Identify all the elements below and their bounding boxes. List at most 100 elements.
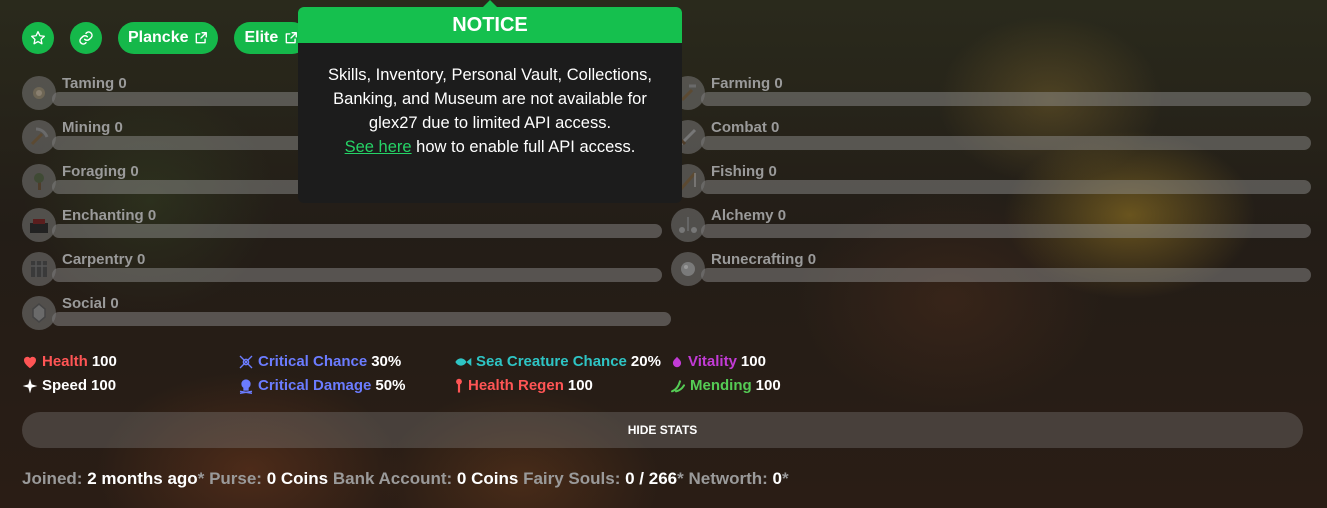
skill-level: 0: [777, 207, 787, 224]
stat-health-regen: Health Regen 100: [454, 377, 593, 394]
joined-value: 2 months ago: [87, 469, 198, 488]
favorite-button[interactable]: [22, 22, 54, 54]
skill-progress-bar: [52, 312, 671, 326]
skill-name: Carpentry: [62, 251, 133, 268]
stat-value: 30%: [371, 353, 402, 370]
stat-value: 20%: [630, 353, 661, 370]
stat-value: 100: [91, 377, 117, 394]
skill-name: Enchanting: [62, 207, 144, 224]
skill-carpentry: Carpentry 0: [22, 251, 662, 292]
stat-value: 100: [755, 377, 781, 394]
brewing-stand-icon: [671, 208, 705, 242]
stat-critical-chance: Critical Chance 30%: [238, 353, 401, 370]
stat-name: Vitality: [688, 353, 737, 370]
vitality-icon: [672, 356, 682, 367]
profile-actions: Plancke Elite: [22, 22, 309, 54]
fairy-souls-label: Fairy Souls:: [523, 469, 621, 488]
profile-summary: Joined: 2 months ago* Purse: 0 Coins Ban…: [22, 469, 789, 489]
stat-critical-damage: Critical Damage 50%: [238, 377, 405, 394]
bank-value: 0 Coins: [456, 469, 519, 488]
skill-level: 0: [130, 163, 139, 180]
skill-name: Social: [62, 295, 107, 312]
skill-name: Runecrafting: [711, 251, 804, 268]
fairy-souls-asterisk[interactable]: *: [677, 469, 684, 488]
copy-link-button[interactable]: [70, 22, 102, 54]
skill-progress-bar: [52, 268, 662, 282]
fish-icon: [455, 357, 472, 366]
mending-icon: [671, 379, 685, 392]
skill-progress-bar: [701, 136, 1311, 150]
skill-level: 0: [774, 75, 783, 92]
hide-stats-button[interactable]: HIDE STATS: [22, 412, 1303, 448]
skill-level: 0: [118, 75, 127, 92]
plancke-link-button[interactable]: Plancke: [118, 22, 219, 54]
networth-value: 0: [772, 469, 782, 488]
skill-enchanting: Enchanting 0: [22, 207, 662, 248]
skill-level: 0: [807, 251, 817, 268]
stat-name: Health: [42, 353, 88, 370]
link-icon: [79, 31, 93, 45]
sapling-icon: [22, 164, 56, 198]
stat-sea-creature-chance: Sea Creature Chance 20%: [454, 353, 661, 370]
elite-label: Elite: [244, 29, 279, 46]
skill-progress-bar: [701, 268, 1311, 282]
taming-icon: [22, 76, 56, 110]
skill-combat: Combat 0: [671, 119, 1311, 160]
skill-name: Combat: [711, 119, 767, 136]
joined-asterisk[interactable]: *: [198, 469, 205, 488]
notice-link-suffix: how to enable full API access.: [411, 138, 636, 156]
skill-progress-bar: [701, 180, 1311, 194]
skill-name: Farming: [711, 75, 771, 92]
stat-value: 100: [740, 353, 766, 370]
skill-alchemy: Alchemy 0: [671, 207, 1311, 248]
tooltip-arrow: [482, 0, 498, 8]
skill-farming: Farming 0: [671, 75, 1311, 116]
stat-name: Speed: [42, 377, 88, 394]
skill-name: Fishing: [711, 163, 765, 180]
external-link-icon: [196, 32, 208, 44]
networth-asterisk[interactable]: *: [782, 469, 789, 488]
stat-value: 100: [567, 377, 593, 394]
skull-icon: [239, 378, 253, 394]
skill-level: 0: [771, 119, 780, 136]
skill-progress-bar: [701, 92, 1311, 106]
bank-label: Bank Account:: [332, 469, 453, 488]
skill-progress-bar: [701, 224, 1311, 238]
stat-name: Critical Chance: [258, 353, 368, 370]
plancke-label: Plancke: [128, 29, 189, 46]
skill-fishing: Fishing 0: [671, 163, 1311, 204]
notice-message: Skills, Inventory, Personal Vault, Colle…: [327, 66, 653, 132]
fairy-souls-value: 0 / 266: [625, 469, 678, 488]
skill-social: Social 0: [22, 295, 672, 336]
stat-mending: Mending 100: [670, 377, 781, 394]
pickaxe-icon: [22, 120, 56, 154]
crit-chance-icon: [239, 355, 253, 368]
see-here-link[interactable]: See here: [345, 138, 412, 156]
enchanting-table-icon: [22, 208, 56, 242]
stat-vitality: Vitality 100: [670, 353, 766, 370]
skill-level: 0: [768, 163, 777, 180]
stat-value: 50%: [375, 377, 406, 394]
stat-value: 100: [91, 353, 117, 370]
crafting-table-icon: [22, 252, 56, 286]
stat-name: Sea Creature Chance: [476, 353, 627, 370]
api-notice-tooltip: NOTICE Skills, Inventory, Personal Vault…: [298, 0, 682, 203]
skill-level: 0: [147, 207, 157, 224]
emerald-icon: [22, 296, 56, 330]
stat-name: Health Regen: [468, 377, 564, 394]
stat-name: Critical Damage: [258, 377, 372, 394]
skill-level: 0: [114, 119, 123, 136]
stat-health: Health 100: [22, 353, 117, 370]
networth-label: Networth:: [688, 469, 768, 488]
stat-name: Mending: [690, 377, 752, 394]
notice-title: NOTICE: [298, 7, 682, 43]
star-icon: [31, 31, 45, 45]
purse-label: Purse:: [209, 469, 262, 488]
skill-name: Mining: [62, 119, 111, 136]
stat-speed: Speed 100: [22, 377, 116, 394]
magma-cream-icon: [671, 252, 705, 286]
skill-name: Alchemy: [711, 207, 774, 224]
sparkle-icon: [22, 378, 38, 393]
heart-icon: [24, 356, 36, 369]
purse-value: 0 Coins: [266, 469, 329, 488]
